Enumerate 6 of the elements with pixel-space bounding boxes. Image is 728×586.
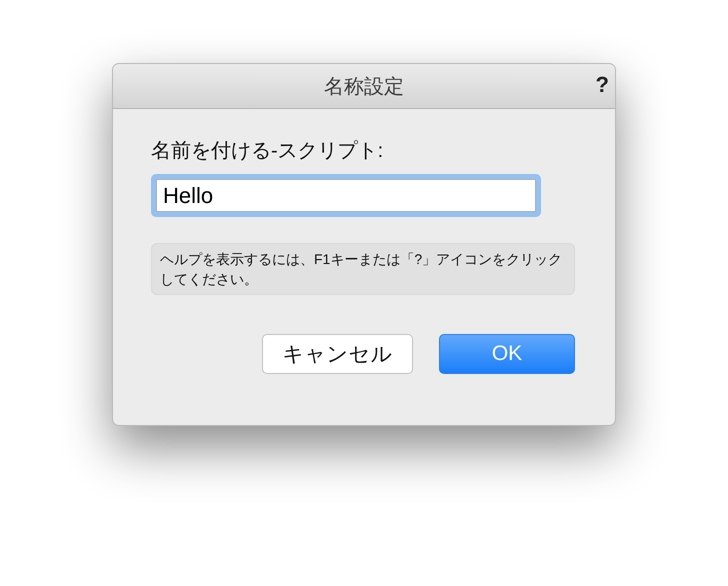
help-hint: ヘルプを表示するには、F1キーまたは「?」アイコンをクリックしてください。: [151, 243, 575, 295]
window-title: 名称設定: [324, 74, 404, 100]
help-button[interactable]: ?: [596, 72, 609, 98]
name-field[interactable]: Hello: [151, 174, 541, 217]
cancel-button[interactable]: キャンセル: [262, 334, 413, 374]
field-label: 名前を付ける-スクリプト:: [151, 139, 384, 164]
